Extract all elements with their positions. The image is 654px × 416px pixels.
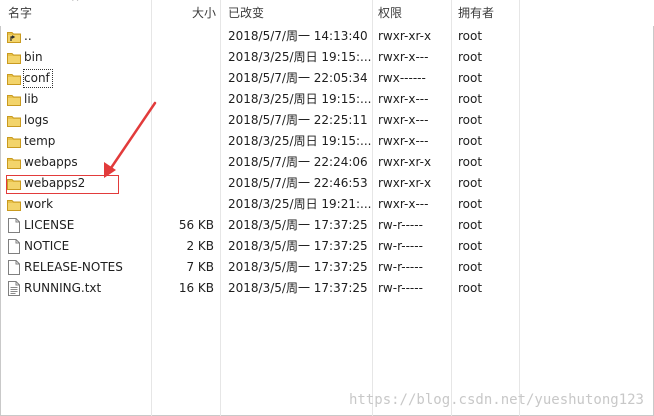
annotation-arrow bbox=[104, 101, 157, 178]
watermark-text: https://blog.csdn.net/yueshutong123 bbox=[348, 392, 644, 408]
